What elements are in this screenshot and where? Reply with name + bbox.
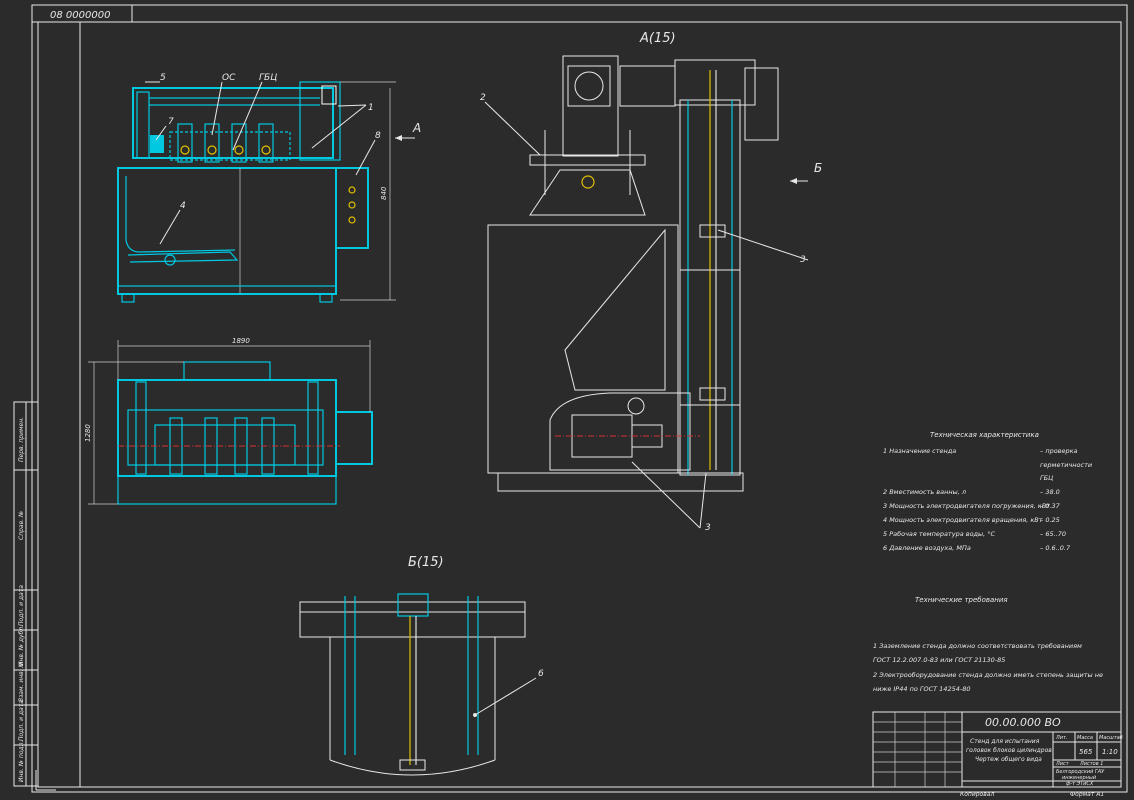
tc-row-3-right: – 38.0 bbox=[1040, 488, 1060, 496]
drawing-canvas: 08 0000000 Перв. примен. Справ. № Подп. … bbox=[13, 4, 1128, 798]
sheets-label: Листов 1 bbox=[1079, 761, 1103, 767]
callout-3b: 3 bbox=[705, 523, 711, 533]
mass-value: 565 bbox=[1079, 748, 1093, 756]
callout-oc: ОС bbox=[222, 73, 236, 83]
stamp-s6: Подп. и дата bbox=[18, 700, 25, 741]
tc-row-4-right: – 0.37 bbox=[1040, 502, 1061, 510]
tech-req-title: Технические требования bbox=[915, 596, 1008, 604]
name-line-3: Чертеж общего вида bbox=[975, 756, 1042, 763]
view-a: А(15) Б 2 3 3 bbox=[480, 31, 822, 533]
view-b: Б(15) 6 bbox=[299, 555, 544, 776]
col-mass: Масса bbox=[1077, 735, 1093, 741]
col-scale: Масштаб bbox=[1099, 735, 1123, 741]
tc-row-4-left: 3 Мощность электродвигателя погружения, … bbox=[883, 502, 1050, 510]
dim-width: 1890 bbox=[232, 337, 250, 345]
tc-row-6-left: 5 Рабочая температура воды, °С bbox=[883, 530, 996, 538]
tc-row-0-left: 1 Назначение стенда bbox=[883, 447, 956, 455]
name-line-1: Стенд для испытания bbox=[970, 738, 1040, 745]
tc-row-5-right: – 0.25 bbox=[1040, 516, 1060, 524]
dim-depth: 1280 bbox=[84, 424, 92, 442]
tech-requirements: Технические требования 1 Заземление стен… bbox=[873, 596, 1103, 693]
name-line-2: головок блоков цилиндров bbox=[966, 747, 1052, 754]
callout-gbc: ГБЦ bbox=[259, 73, 277, 83]
tech-char-rows: 1 Назначение стенда – проверка герметичн… bbox=[883, 447, 1092, 552]
callout-6: 6 bbox=[538, 669, 544, 679]
scale-value: 1:10 bbox=[1102, 748, 1118, 756]
doc-code: 00.00.000 ВО bbox=[985, 716, 1061, 729]
copied-label: Копировал bbox=[960, 791, 994, 798]
stamp-s1: Перв. примен. bbox=[18, 417, 25, 462]
callout-3a: 3 bbox=[800, 255, 806, 265]
title-block: 00.00.000 ВО Стенд для испытания головок… bbox=[872, 711, 1123, 798]
tc-row-3-left: 2 Вместимость ванны, л bbox=[883, 488, 966, 496]
org-line-3: ф-т ЭТиСХ bbox=[1066, 781, 1094, 787]
tech-req-line-2: 2 Электрооборудование стенда должно имет… bbox=[873, 671, 1103, 679]
arrow-a-label: А bbox=[412, 121, 421, 135]
plan-view: 1890 1280 bbox=[84, 337, 373, 505]
stamp-s7: Инв. № подл. bbox=[18, 741, 25, 782]
callout-1: 1 bbox=[368, 103, 374, 113]
sheet-label: Лист bbox=[1055, 761, 1070, 767]
col-lit: Лит. bbox=[1055, 735, 1068, 741]
sheet-code-top: 08 0000000 bbox=[50, 10, 110, 21]
view-b-title: Б(15) bbox=[408, 555, 444, 570]
stamp-s5: Взам. инв. № bbox=[18, 661, 25, 702]
tech-req-line-3: ниже IP44 по ГОСТ 14254-80 bbox=[873, 685, 970, 693]
tech-req-line-0: 1 Заземление стенда должно соответствова… bbox=[873, 642, 1082, 650]
callout-8: 8 bbox=[375, 131, 381, 141]
callout-7: 7 bbox=[168, 117, 174, 127]
tech-char-title: Техническая характеристика bbox=[930, 431, 1039, 439]
callout-2: 2 bbox=[480, 93, 486, 103]
tech-req-line-1: ГОСТ 12.2.007.0-83 или ГОСТ 21130-85 bbox=[873, 656, 1005, 664]
tc-row-6-right: – 65..70 bbox=[1040, 530, 1066, 538]
callout-4: 4 bbox=[180, 201, 186, 211]
tc-row-7-right: – 0.6..0.7 bbox=[1040, 544, 1071, 552]
dim-height: 840 bbox=[380, 186, 388, 200]
tech-characteristics: Техническая характеристика 1 Назначение … bbox=[883, 431, 1092, 552]
callout-5: 5 bbox=[160, 73, 166, 83]
front-view: 840 А 5 ОС ГБЦ 1 7 8 4 bbox=[117, 73, 421, 303]
stamp-s3: Подп. и дата bbox=[18, 585, 25, 626]
stamp-s4: Инв. № дубл. bbox=[18, 625, 25, 666]
view-a-title: А(15) bbox=[639, 31, 676, 46]
tc-row-1-right: герметичности bbox=[1040, 461, 1092, 469]
tc-row-0-right: – проверка bbox=[1040, 447, 1078, 455]
tc-row-2-right: ГБЦ bbox=[1040, 474, 1053, 482]
tc-row-7-left: 6 Давление воздуха, МПа bbox=[883, 544, 971, 552]
tc-row-5-left: 4 Мощность электродвигателя вращения, кВ… bbox=[883, 516, 1043, 524]
format-label: Формат А1 bbox=[1070, 791, 1104, 798]
stamp-s2: Справ. № bbox=[18, 511, 25, 540]
side-stamp: Перв. примен. Справ. № Подп. и дата Инв.… bbox=[13, 401, 39, 787]
arrow-b-label: Б bbox=[814, 161, 822, 175]
